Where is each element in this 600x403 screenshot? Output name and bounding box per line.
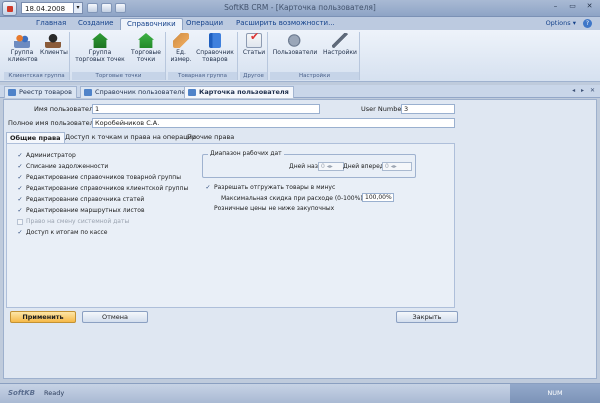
range-legend: Диапазон рабочих дат	[208, 150, 284, 157]
articles-button[interactable]: Статьи	[242, 33, 266, 56]
group-label: Торговые точки	[72, 72, 165, 80]
checklist-icon	[246, 33, 262, 48]
users-directory-icon	[84, 89, 92, 96]
checkbox[interactable]: ✓	[17, 174, 23, 181]
maximize-button[interactable]: ▭	[565, 1, 580, 13]
user-number-input[interactable]: 3	[401, 104, 455, 114]
goods-directory-button[interactable]: Справочник товаров	[194, 33, 236, 63]
ribbon-tab-row: Главная Создание Справочники Операции Ра…	[0, 17, 600, 31]
apply-button[interactable]: Применить	[10, 311, 76, 323]
ribbon: Группа клиентов Клиенты Клиентская групп…	[0, 30, 600, 82]
window-controls: – ▭ ✕	[548, 1, 597, 13]
checkbox[interactable]: ✓	[17, 207, 23, 214]
gear-users-icon	[287, 33, 303, 48]
doc-tab-navigation[interactable]: ◂ ▸ ✕	[572, 87, 597, 94]
house-icon	[138, 33, 154, 48]
checkbox[interactable]: ✓	[17, 185, 23, 192]
perm-cash-totals[interactable]: ✓ Доступ к итогам по кассе	[17, 229, 107, 236]
perm-system-date: Право на смену системной даты	[17, 218, 129, 225]
checkbox[interactable]: ✓	[17, 196, 23, 203]
document-tabs: Реестр товаров Справочник пользователей …	[0, 85, 600, 98]
tab-home[interactable]: Главная	[30, 18, 72, 30]
fullname-label: Полное имя пользователя	[8, 119, 98, 127]
fullname-input[interactable]: Коробейников С.А.	[92, 118, 455, 128]
book-icon	[209, 33, 221, 48]
checkbox[interactable]: ✓	[17, 229, 23, 236]
doc-tab-user-card[interactable]: Карточка пользователя	[184, 86, 294, 98]
checkbox[interactable]: ✓	[17, 152, 23, 159]
wrench-icon	[332, 33, 348, 48]
brand-logo: SoftKB	[8, 389, 36, 397]
minimize-button[interactable]: –	[548, 1, 563, 13]
doc-tab-goods-registry[interactable]: Реестр товаров	[4, 86, 77, 98]
options-menu[interactable]: Options ▾	[546, 19, 576, 27]
max-discount-label: Максимальная скидка при расходе (0-100%)	[221, 195, 363, 202]
clients-button[interactable]: Клиенты	[40, 33, 68, 56]
group-label: Настройки	[270, 72, 359, 80]
units-button[interactable]: Ед. измер.	[170, 33, 192, 63]
days-forward-input[interactable]: 0 ◂▸	[382, 162, 412, 171]
trade-point-group-button[interactable]: Группа торговых точек	[74, 33, 126, 63]
status-bar: SoftKB Ready NUM	[0, 383, 600, 403]
work-dates-range: Диапазон рабочих дат Дней назад 0 ◂▸ Дне…	[202, 150, 416, 178]
trade-points-button[interactable]: Торговые точки	[128, 33, 164, 63]
cancel-button[interactable]: Отмена	[82, 311, 148, 323]
tab-other-rights[interactable]: Прочие права	[184, 132, 237, 143]
perm-edit-clients[interactable]: ✓ Редактирование справочников клиентской …	[17, 185, 188, 192]
house-group-icon	[92, 33, 108, 48]
num-lock-indicator: NUM	[510, 384, 600, 403]
users-icon	[14, 33, 30, 48]
perm-edit-routes[interactable]: ✓ Редактирование маршрутных листов	[17, 207, 144, 214]
tab-operations[interactable]: Операции	[180, 18, 229, 30]
days-forward-label: Дней вперед	[343, 163, 384, 170]
group-settings: Пользователи Настройки Настройки	[270, 32, 360, 80]
registry-icon	[8, 89, 16, 96]
tab-general-rights[interactable]: Общие права	[6, 132, 65, 143]
perm-edit-goods[interactable]: ✓ Редактирование справочников товарной гр…	[17, 174, 180, 181]
perm-admin[interactable]: ✓ Администратор	[17, 152, 75, 159]
tab-extend[interactable]: Расширить возможности...	[230, 18, 341, 30]
close-window-button[interactable]: ✕	[582, 1, 597, 13]
title-bar: 18.04.2008 ▾ SoftKB CRM - [Карточка поль…	[0, 0, 600, 17]
close-button[interactable]: Закрыть	[396, 311, 458, 323]
days-back-input[interactable]: 0 ◂▸	[318, 162, 344, 171]
group-goods: Ед. измер. Справочник товаров Товарная г…	[168, 32, 238, 80]
group-other: Статьи Другое	[240, 32, 268, 80]
username-label: Имя пользователя	[34, 105, 98, 113]
group-clients: Группа клиентов Клиенты Клиентская групп…	[4, 32, 70, 80]
group-trade-points: Группа торговых точек Торговые точки Тор…	[72, 32, 166, 80]
max-discount-input[interactable]: 100,00%	[362, 193, 394, 202]
general-rights-panel: ✓ Администратор ✓ Списание задолженности ✓…	[6, 143, 455, 308]
client-group-button[interactable]: Группа клиентов	[8, 33, 38, 63]
users-settings-button[interactable]: Пользователи	[272, 33, 318, 56]
user-number-label: User Number	[361, 105, 404, 113]
checkbox[interactable]: ✓	[205, 184, 211, 191]
user-card-form: Имя пользователя 1 User Number 3 Полное …	[3, 99, 597, 379]
username-input[interactable]: 1	[92, 104, 320, 114]
tab-create[interactable]: Создание	[72, 18, 119, 30]
perm-edit-articles[interactable]: ✓ Редактирование справочника статей	[17, 196, 144, 203]
group-label: Товарная группа	[168, 72, 237, 80]
person-icon	[45, 33, 61, 48]
checkbox[interactable]	[205, 206, 211, 212]
tab-points-access[interactable]: Доступ к точкам и права на операции	[62, 132, 199, 143]
help-icon[interactable]: ?	[583, 19, 592, 28]
ruler-icon	[173, 33, 189, 48]
window-title: SoftKB CRM - [Карточка пользователя]	[224, 3, 376, 12]
checkbox	[17, 218, 23, 225]
retail-price-option[interactable]: Розничные цены не ниже закупочных	[205, 205, 334, 212]
allow-minus-option[interactable]: ✓ Разрешать отгружать товары в минус	[205, 184, 335, 191]
settings-button[interactable]: Настройки	[322, 33, 358, 56]
checkbox[interactable]: ✓	[17, 163, 23, 170]
group-label: Клиентская группа	[4, 72, 69, 80]
user-card-icon	[188, 89, 196, 96]
perm-debt-writeoff[interactable]: ✓ Списание задолженности	[17, 163, 108, 170]
status-text: Ready	[44, 389, 65, 397]
doc-tab-users-directory[interactable]: Справочник пользователей	[80, 86, 195, 98]
group-label: Другое	[240, 72, 267, 80]
